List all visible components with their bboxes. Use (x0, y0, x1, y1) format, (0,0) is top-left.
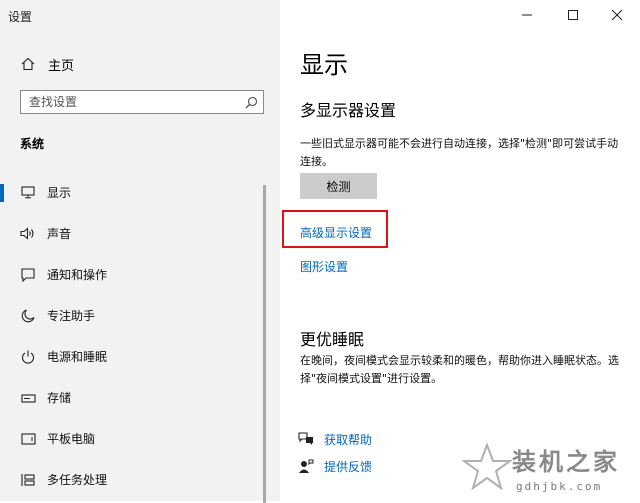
highlight-box (282, 210, 388, 248)
get-help-link[interactable]: 获取帮助 (298, 431, 372, 448)
section-title: 系统 (20, 137, 45, 151)
search-box[interactable] (20, 90, 264, 114)
nav-list: 显示 声音 通知和操作 专注助手 电源和睡眠 存储 平板电脑 多任务处理 (0, 172, 270, 500)
speaker-icon (19, 227, 37, 240)
sidebar-item-label: 通知和操作 (47, 268, 108, 282)
sidebar-item-home[interactable]: 主页 (0, 50, 280, 78)
search-icon[interactable] (239, 96, 263, 109)
get-help-label: 获取帮助 (324, 433, 373, 447)
main-content: 显示 多显示器设置 一些旧式显示器可能不会进行自动连接，选择"检测"即可尝试手动… (280, 0, 640, 501)
sidebar-item-storage[interactable]: 存储 (0, 377, 270, 418)
maximize-button[interactable] (558, 4, 588, 26)
page-title: 显示 (300, 51, 348, 79)
watermark-url: gdhjbk.com (516, 480, 603, 493)
minimize-icon (522, 14, 532, 16)
monitor-icon (19, 186, 37, 199)
feedback-link[interactable]: 提供反馈 (298, 458, 372, 475)
home-icon (20, 57, 36, 71)
maximize-icon (568, 10, 578, 20)
sidebar-item-focus-assist[interactable]: 专注助手 (0, 295, 270, 336)
sidebar-item-label: 电源和睡眠 (47, 350, 108, 364)
window-title: 设置 (8, 10, 33, 24)
sidebar-item-label: 声音 (47, 227, 72, 241)
sidebar-item-multitasking[interactable]: 多任务处理 (0, 459, 270, 500)
minimize-button[interactable] (512, 4, 542, 26)
sidebar-item-label: 存储 (47, 391, 72, 405)
better-sleep-description: 在晚间，夜间模式会显示较柔和的暖色，帮助你进入睡眠状态。选择"夜间模式设置"进行… (300, 354, 619, 385)
watermark: 装机之家 gdhjbk.com (460, 440, 640, 501)
sidebar-scrollbar[interactable] (263, 185, 266, 503)
tablet-icon (19, 432, 37, 445)
sidebar-item-tablet[interactable]: 平板电脑 (0, 418, 270, 459)
star-logo-icon (462, 442, 512, 491)
sidebar-item-power-sleep[interactable]: 电源和睡眠 (0, 336, 270, 377)
sidebar-item-notifications[interactable]: 通知和操作 (0, 254, 270, 295)
help-icon (298, 432, 313, 445)
moon-icon (19, 308, 37, 323)
notification-icon (19, 267, 37, 282)
power-icon (19, 350, 37, 364)
detect-button[interactable]: 检测 (300, 173, 377, 199)
storage-icon (19, 392, 37, 404)
sidebar-item-label: 平板电脑 (47, 432, 96, 446)
close-button[interactable] (602, 4, 632, 26)
sidebar-item-label: 主页 (48, 58, 75, 74)
sidebar: 设置 主页 系统 显示 声音 通知和操作 (0, 0, 280, 503)
feedback-label: 提供反馈 (324, 460, 373, 474)
multitask-icon (19, 473, 37, 487)
multi-display-title: 多显示器设置 (300, 101, 397, 120)
multi-display-description: 一些旧式显示器可能不会进行自动连接，选择"检测"即可尝试手动连接。 (300, 137, 619, 168)
sidebar-item-label: 专注助手 (47, 309, 96, 323)
sidebar-item-display[interactable]: 显示 (0, 172, 270, 213)
sidebar-item-label: 多任务处理 (47, 473, 108, 487)
watermark-text: 装机之家 (512, 447, 620, 476)
sidebar-item-sound[interactable]: 声音 (0, 213, 270, 254)
graphics-settings-link[interactable]: 图形设置 (300, 258, 348, 275)
sidebar-item-label: 显示 (47, 186, 72, 200)
feedback-icon (299, 459, 314, 473)
search-input[interactable] (21, 95, 239, 109)
better-sleep-title: 更优睡眠 (300, 330, 365, 349)
close-icon (611, 9, 623, 21)
